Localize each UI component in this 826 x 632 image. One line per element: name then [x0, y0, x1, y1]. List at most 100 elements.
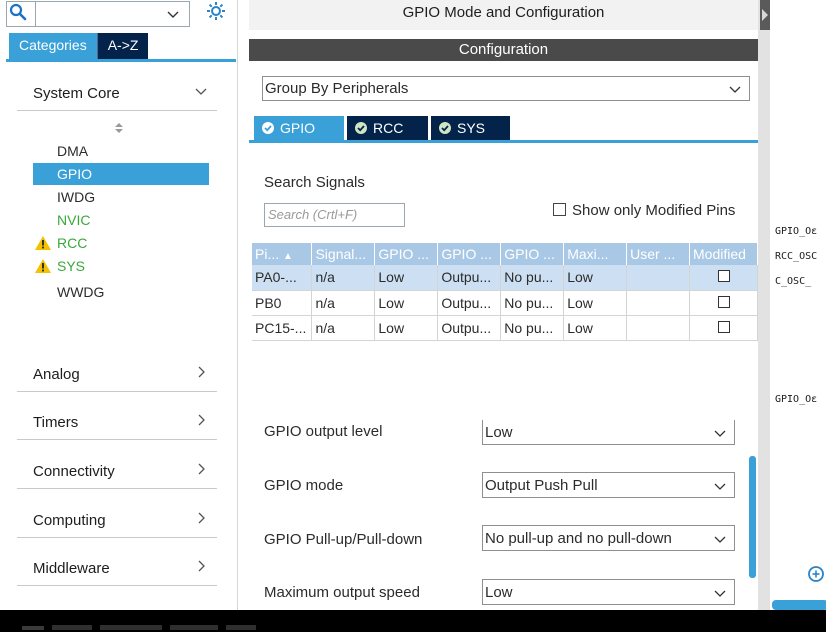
category-middleware[interactable]: Middleware — [17, 546, 217, 586]
search-icon — [9, 3, 27, 21]
cell-pin: PB0 — [252, 290, 313, 316]
pin-label: RCC_OSC — [775, 251, 818, 262]
categories-panel: Categories A->Z System Core DMA GPIO IWD… — [0, 0, 238, 610]
sidebar-item-wwdg[interactable]: WWDG — [33, 281, 209, 303]
sidebar-item-label: RCC — [57, 235, 88, 251]
pinout-scrollbar[interactable] — [772, 600, 826, 610]
gpio-mode-select[interactable]: Output Push Pull — [482, 472, 735, 498]
sidebar-item-gpio[interactable]: GPIO — [33, 163, 209, 185]
chevron-right-icon — [198, 366, 205, 378]
sort-arrows-icon[interactable] — [113, 122, 125, 134]
cell-pin: PA0-... — [252, 265, 313, 291]
tab-label: SYS — [457, 120, 486, 136]
column-header-max-speed[interactable]: Maxi... — [563, 243, 628, 265]
search-signals-input[interactable]: Search (Crtl+F) — [264, 203, 405, 227]
column-header-pin[interactable]: Pi... ▲ — [252, 243, 313, 265]
column-header-gpio-pull[interactable]: GPIO ... — [500, 243, 565, 265]
chevron-right-icon — [198, 512, 205, 524]
status-bar — [0, 610, 826, 632]
zoom-in-icon[interactable] — [807, 565, 826, 585]
table-row[interactable]: PC15-... n/a Low Outpu... No pu... Low — [252, 315, 758, 341]
category-connectivity[interactable]: Connectivity — [17, 449, 217, 489]
tab-label: GPIO — [280, 120, 316, 136]
sidebar-item-label: SYS — [57, 258, 86, 274]
pin-label: C_OSC_ — [775, 276, 812, 287]
cell-speed: Low — [563, 290, 628, 316]
table-row[interactable]: PA0-... n/a Low Outpu... No pu... Low — [252, 265, 758, 291]
collapse-arrow-icon[interactable] — [760, 0, 770, 30]
sidebar-item-iwdg[interactable]: IWDG — [33, 186, 209, 208]
panel-splitter[interactable] — [758, 0, 770, 610]
tab-sys[interactable]: SYS — [431, 116, 510, 140]
sidebar-item-dma[interactable]: DMA — [33, 140, 209, 162]
gpio-pull-select[interactable]: No pull-up and no pull-down — [482, 525, 735, 551]
cell-mode: Outpu... — [437, 315, 502, 341]
config-scrollbar-thumb[interactable] — [749, 456, 756, 578]
category-label: Middleware — [33, 560, 110, 577]
category-search-input[interactable] — [35, 2, 189, 26]
pin-label: GPIO_Oε — [775, 226, 818, 237]
pin-signal-table: Pi... ▲ Signal... GPIO ... GPIO ... GPIO… — [252, 243, 758, 341]
category-analog[interactable]: Analog — [17, 352, 217, 392]
max-output-speed-select[interactable]: Low — [482, 579, 735, 605]
column-header-gpio-mode[interactable]: GPIO ... — [437, 243, 502, 265]
status-text-artifact — [22, 625, 256, 630]
select-value: Low — [485, 424, 513, 441]
chevron-right-icon — [198, 414, 205, 426]
select-value: Output Push Pull — [485, 477, 598, 494]
show-only-modified-checkbox[interactable]: Show only Modified Pins — [553, 202, 735, 219]
gpio-output-level-label: GPIO output level — [264, 423, 383, 440]
column-header-signal[interactable]: Signal... — [311, 243, 376, 265]
sidebar-item-rcc[interactable]: RCC — [33, 232, 209, 254]
tab-underline — [6, 59, 236, 62]
chevron-right-icon — [198, 560, 205, 572]
modified-checkbox[interactable] — [717, 270, 730, 283]
sidebar-item-nvic[interactable]: NVIC — [33, 209, 209, 231]
category-label: System Core — [33, 85, 120, 102]
cell-signal: n/a — [311, 265, 376, 291]
column-header-modified[interactable]: Modified — [689, 243, 758, 265]
category-label: Connectivity — [33, 463, 115, 480]
cell-speed: Low — [563, 265, 628, 291]
category-computing[interactable]: Computing — [17, 498, 217, 538]
table-row[interactable]: PB0 n/a Low Outpu... No pu... Low — [252, 290, 758, 316]
tab-a-to-z[interactable]: A->Z — [96, 33, 149, 59]
group-by-select[interactable]: Group By Peripherals — [262, 76, 750, 101]
chevron-down-icon — [714, 483, 726, 490]
warning-icon — [35, 236, 51, 250]
cell-modified — [689, 265, 758, 291]
tab-rcc[interactable]: RCC — [347, 116, 428, 140]
chevron-down-icon[interactable] — [167, 8, 179, 20]
search-signals-label: Search Signals — [264, 174, 365, 191]
gear-icon[interactable] — [205, 0, 227, 22]
cell-pull: No pu... — [500, 315, 565, 341]
chevron-down-icon — [714, 590, 726, 597]
tab-label: RCC — [373, 120, 404, 136]
cell-pin: PC15-... — [252, 315, 313, 341]
pinout-view[interactable]: GPIO_Oε RCC_OSC C_OSC_ GPIO_Oε — [770, 0, 826, 610]
max-output-speed-label: Maximum output speed — [264, 584, 420, 601]
tab-gpio[interactable]: GPIO — [254, 116, 344, 140]
cell-level: Low — [374, 315, 439, 341]
category-system-core[interactable]: System Core — [17, 71, 217, 111]
sidebar-item-sys[interactable]: SYS — [33, 255, 209, 277]
chevron-down-icon — [714, 536, 726, 543]
category-timers[interactable]: Timers — [17, 400, 217, 440]
cell-modified — [689, 290, 758, 316]
cell-pull: No pu... — [500, 290, 565, 316]
category-view-tabs: Categories A->Z — [9, 33, 149, 59]
gpio-output-level-select[interactable]: Low — [482, 420, 735, 445]
check-circle-icon — [355, 122, 367, 134]
select-value: No pull-up and no pull-down — [485, 530, 672, 547]
checkbox[interactable] — [553, 203, 566, 216]
category-search-box[interactable] — [6, 1, 190, 27]
checkbox-label: Show only Modified Pins — [572, 202, 736, 219]
column-header-gpio-level[interactable]: GPIO ... — [374, 243, 439, 265]
check-circle-icon — [262, 122, 274, 134]
modified-checkbox[interactable] — [717, 320, 730, 333]
tab-categories[interactable]: Categories — [9, 33, 97, 59]
modified-checkbox[interactable] — [717, 295, 730, 308]
group-by-value: Group By Peripherals — [265, 80, 409, 97]
column-header-user-label[interactable]: User ... — [626, 243, 690, 265]
gpio-pull-label: GPIO Pull-up/Pull-down — [264, 531, 423, 548]
